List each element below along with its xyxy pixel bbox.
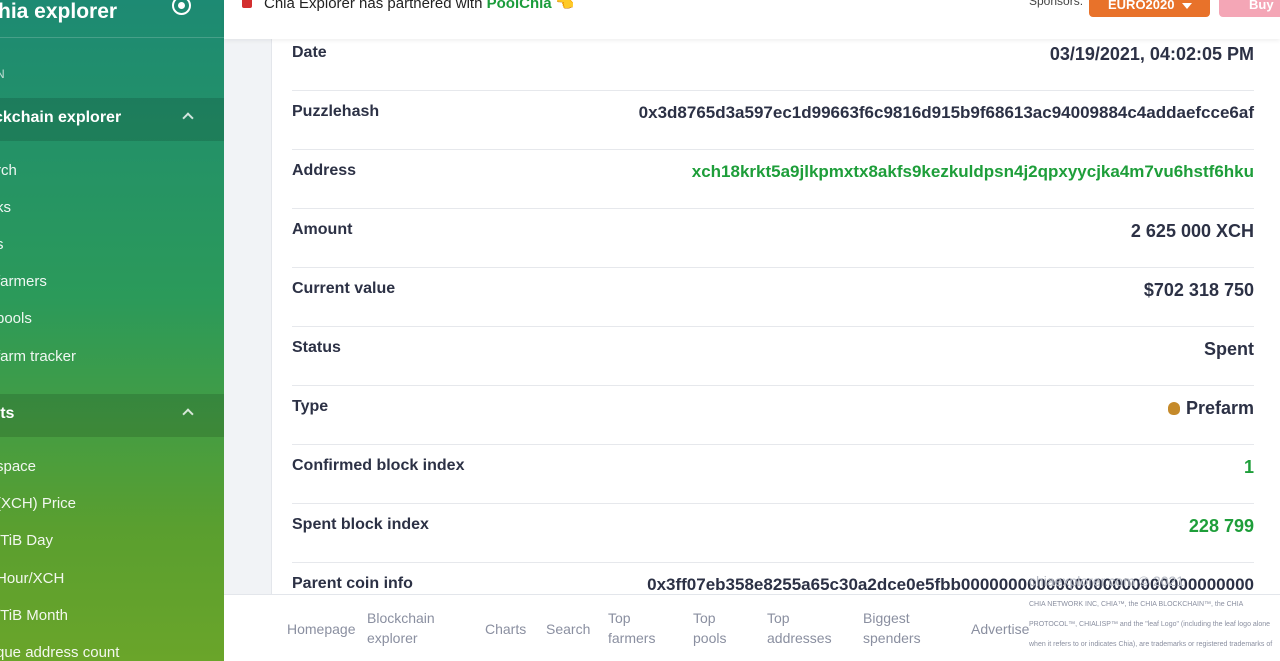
spent-block-link[interactable]: 228 799 [1189,516,1254,537]
type-label: Prefarm [1185,398,1254,418]
footer-link-advertise[interactable]: Advertise [971,619,1029,639]
app-title[interactable]: hia explorer [0,0,117,24]
footer-link-blockchain-explorer[interactable]: Blockchain explorer [367,608,447,648]
sidebar-group-charts[interactable]: rts [0,394,224,437]
sidebar-header: hia explorer [0,0,224,38]
detail-key: Confirmed block index [292,457,465,474]
sidebar-item-top-farmers[interactable]: farmers [0,273,47,290]
detail-value: 03/19/2021, 04:02:05 PM [1049,44,1254,64]
fire-extinguisher-icon [242,0,252,8]
coin-details-card: Date 03/19/2021, 04:02:05 PM Puzzlehash … [271,32,1280,622]
pointing-hand-icon: 👈 [555,0,575,12]
sidebar-section-caption: N [0,67,6,81]
sidebar: hia explorer N ckchain explorer rch ks s… [0,0,224,661]
detail-key: Current value [292,280,396,297]
status-value: Spent [1203,339,1254,359]
footer-link-biggest-spenders[interactable]: Biggest spenders [863,608,933,648]
address-link[interactable]: xch18krkt5a9jlkpmxtx8akfs9kezkuldpsn4j2q… [692,162,1254,182]
footer-link-search[interactable]: Search [546,619,590,639]
detail-row-address: Address xch18krkt5a9jlkpmxtx8akfs9kezkul… [292,150,1254,209]
sidebar-group-blockchain-explorer[interactable]: ckchain explorer [0,98,224,141]
sidebar-group-label: rts [0,405,15,422]
detail-row-puzzlehash: Puzzlehash 0x3d8765d3a597ec1d99663f6c981… [292,91,1254,150]
detail-key: Puzzlehash [292,103,380,120]
sidebar-item-top-pools[interactable]: pools [0,310,32,327]
chevron-down-icon [1182,2,1193,9]
detail-row-current-value: Current value $702 318 750 [292,268,1254,327]
chevron-down-icon [1257,17,1267,24]
detail-row-date: Date 03/19/2021, 04:02:05 PM [292,32,1254,91]
chevron-up-icon [182,112,194,124]
detail-key: Amount [292,221,353,238]
sidebar-item-blocks[interactable]: ks [0,199,11,216]
buy-dropdown-button[interactable]: Buy [1219,0,1280,24]
announcement[interactable]: Chia Explorer has partnered with PoolChi… [264,0,575,12]
footer-link-top-farmers[interactable]: Top farmers [608,608,668,648]
buy-button-label: Buy [1249,0,1274,12]
sidebar-item-xch-tib-month[interactable]: /TiB Month [0,607,68,624]
announcement-text: Chia Explorer has partnered with [264,0,487,12]
footer: Homepage Blockchain explorer Charts Sear… [224,573,1280,661]
type-value: Prefarm [1167,398,1254,419]
detail-row-type: Type Prefarm [292,386,1254,445]
detail-key: Date [292,44,327,61]
detail-key: Spent block index [292,516,429,533]
confirmed-block-link[interactable]: 1 [1244,457,1254,478]
sidebar-item-search[interactable]: rch [0,162,17,179]
detail-key: Address [292,162,357,179]
detail-value: 2 625 000 XCH [1130,221,1254,241]
sidebar-item-coins[interactable]: s [0,236,4,253]
announcement-brand-link[interactable]: PoolChia [487,0,552,12]
sidebar-toggle-icon[interactable] [172,0,191,15]
detail-row-confirmed-block-index: Confirmed block index 1 [292,445,1254,504]
sidebar-item-netspace[interactable]: space [0,458,36,475]
top-bar: Chia Explorer has partnered with PoolChi… [224,0,1280,39]
footer-copyright: chiaexplorer.com © 2021 [1029,573,1185,589]
footer-legal-text: CHIA NETWORK INC, CHIA™, the CHIA BLOCKC… [1029,601,1273,648]
detail-key: Type [292,398,329,415]
sidebar-item-unique-address-count[interactable]: que address count [0,644,119,661]
sponsors-label: Sponsors: [1029,0,1084,8]
money-bag-icon [1167,402,1180,415]
sidebar-item-hour-xch[interactable]: Hour/XCH [0,570,64,587]
currency-dropdown-button[interactable]: EURO2020 [1089,0,1210,17]
currency-button-label: EURO2020 [1108,0,1175,12]
detail-key: Status [292,339,341,356]
sidebar-item-xch-price[interactable]: (XCH) Price [0,495,76,512]
footer-link-charts[interactable]: Charts [485,619,526,639]
detail-row-spent-block-index: Spent block index 228 799 [292,504,1254,563]
sidebar-group-label: ckchain explorer [0,109,122,126]
chevron-up-icon [182,408,194,420]
detail-value: $702 318 750 [1143,280,1254,300]
detail-value[interactable]: 0x3d8765d3a597ec1d99663f6c9816d915b9f686… [639,103,1254,123]
footer-link-top-pools[interactable]: Top pools [693,608,733,648]
detail-key: Parent coin info [292,575,413,592]
footer-link-top-addresses[interactable]: Top addresses [767,608,837,648]
detail-row-status: Status Spent [292,327,1254,386]
footer-link-homepage[interactable]: Homepage [287,619,356,639]
app-window: hia explorer N ckchain explorer rch ks s… [0,0,1280,661]
detail-row-amount: Amount 2 625 000 XCH [292,209,1254,268]
sidebar-item-prefarm-tracker[interactable]: farm tracker [0,348,76,365]
sidebar-item-xch-tib-day[interactable]: /TiB Day [0,532,53,549]
